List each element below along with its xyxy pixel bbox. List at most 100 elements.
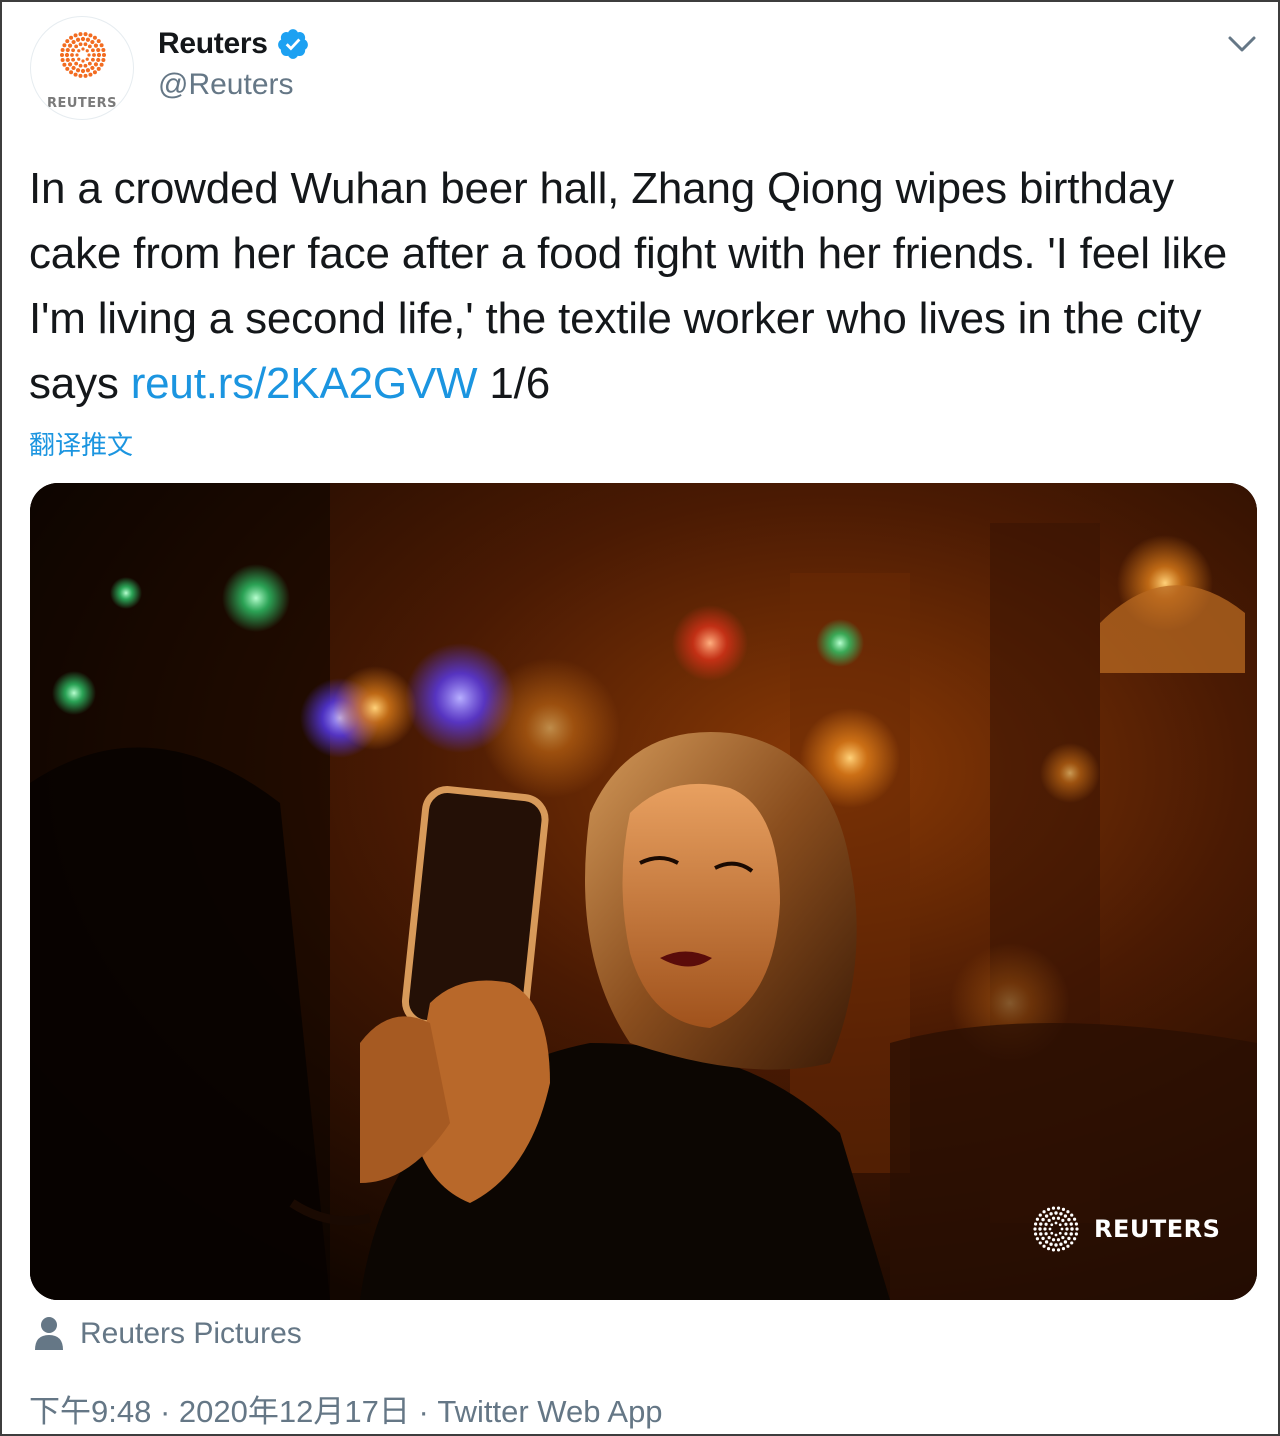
logo-dot (91, 57, 95, 62)
logo-dot (1047, 1218, 1051, 1222)
logo-dot (1058, 1231, 1062, 1235)
logo-dot (1042, 1210, 1046, 1214)
logo-dot (64, 52, 70, 58)
logo-dot (70, 53, 74, 57)
logo-dot (99, 62, 104, 67)
logo-dot (1058, 1223, 1062, 1227)
logo-dot (90, 65, 95, 71)
logo-dot (71, 39, 76, 45)
tweet-text: In a crowded Wuhan beer hall, Zhang Qion… (29, 156, 1254, 416)
logo-dot (1050, 1223, 1054, 1227)
display-name[interactable]: Reuters (158, 27, 268, 61)
logo-dot (67, 43, 73, 48)
logo-dot (78, 42, 83, 47)
logo-dot (80, 68, 86, 74)
logo-dot (92, 70, 97, 75)
person-icon (35, 1317, 63, 1350)
user-name-row[interactable]: Reuters (158, 24, 310, 64)
logo-dot (1059, 1212, 1063, 1216)
logo-dot (71, 57, 75, 62)
logo-dot (1056, 1206, 1061, 1210)
logo-dot (1061, 1218, 1065, 1222)
meta-separator: · (409, 1394, 438, 1429)
logo-dot (1044, 1240, 1049, 1244)
logo-dot (1038, 1227, 1042, 1231)
logo-dot (1049, 1212, 1053, 1216)
logo-dot (85, 49, 89, 53)
logo-dot (1069, 1222, 1073, 1226)
tweet-date[interactable]: 2020年12月17日 (179, 1394, 410, 1429)
tagged-user[interactable]: Reuters Pictures (34, 1313, 302, 1355)
tweet-time[interactable]: 下午9:48 (29, 1394, 151, 1429)
logo-dot (1046, 1247, 1051, 1251)
logo-dot (90, 39, 95, 45)
chevron-down-icon[interactable] (1224, 26, 1260, 62)
translate-tweet-link[interactable]: 翻译推文 (29, 425, 133, 462)
logo-dot (1056, 1248, 1061, 1252)
logo-dot (1072, 1217, 1077, 1221)
logo-dot (87, 61, 92, 66)
logo-dot (85, 68, 91, 73)
logo-dot (1054, 1243, 1058, 1247)
tweet-photo[interactable]: REUTERS (30, 483, 1257, 1300)
logo-dot (96, 47, 101, 53)
logo-dot (96, 52, 102, 58)
logo-dot (65, 66, 70, 71)
logo-dot (1060, 1227, 1064, 1231)
logo-dot (74, 61, 79, 66)
logo-dot (102, 53, 106, 57)
logo-dot (1034, 1222, 1038, 1226)
logo-dot (92, 53, 96, 57)
logo-dot (93, 43, 99, 48)
logo-dot (87, 53, 91, 57)
avatar[interactable]: REUTERS (30, 16, 134, 120)
logo-dot (1038, 1241, 1042, 1245)
user-handle[interactable]: @Reuters (158, 68, 294, 102)
logo-dot (1056, 1238, 1061, 1242)
logo-dot (88, 33, 93, 38)
logo-dot (1070, 1213, 1074, 1217)
avatar-wordmark: REUTERS (46, 96, 118, 111)
logo-dot (77, 57, 81, 61)
logo-dot (91, 48, 95, 53)
logo-dot (1074, 1222, 1078, 1226)
logo-dot (1069, 1232, 1073, 1236)
logo-dot (80, 36, 86, 42)
logo-dot (1041, 1236, 1045, 1241)
logo-dot (1054, 1211, 1058, 1215)
logo-dot (78, 32, 83, 37)
logo-dot (1061, 1207, 1066, 1211)
logo-dot (99, 43, 104, 48)
reuters-logo-icon (1033, 1206, 1079, 1252)
logo-dot (1035, 1237, 1040, 1241)
logo-dot (85, 37, 91, 42)
logo-dot (62, 43, 67, 48)
logo-dot (1066, 1244, 1070, 1248)
logo-dot (1046, 1207, 1051, 1211)
logo-dot (1065, 1227, 1069, 1231)
logo-dot (60, 53, 64, 57)
tagged-user-name[interactable]: Reuters Pictures (80, 1317, 302, 1351)
tweet-source[interactable]: Twitter Web App (437, 1394, 662, 1429)
logo-dot (60, 47, 65, 52)
logo-dot (1044, 1214, 1049, 1218)
logo-dot (69, 70, 74, 75)
logo-dot (74, 44, 79, 49)
logo-dot (1047, 1236, 1051, 1240)
logo-dot (1044, 1232, 1048, 1236)
logo-dot (1035, 1217, 1040, 1221)
logo-dot (92, 35, 97, 40)
logo-dot (1054, 1233, 1058, 1237)
logo-dot (1049, 1242, 1053, 1246)
logo-dot (1051, 1206, 1056, 1210)
tweet-link[interactable]: reut.rs/2KA2GVW (131, 359, 478, 408)
logo-dot (83, 63, 88, 68)
logo-dot (96, 66, 101, 71)
logo-dot (93, 62, 99, 67)
logo-dot (1050, 1231, 1054, 1235)
logo-dot (71, 65, 76, 71)
logo-dot (81, 59, 85, 63)
logo-dot (73, 72, 78, 77)
watermark-label: REUTERS (1094, 1215, 1221, 1243)
logo-dot (1063, 1240, 1068, 1244)
